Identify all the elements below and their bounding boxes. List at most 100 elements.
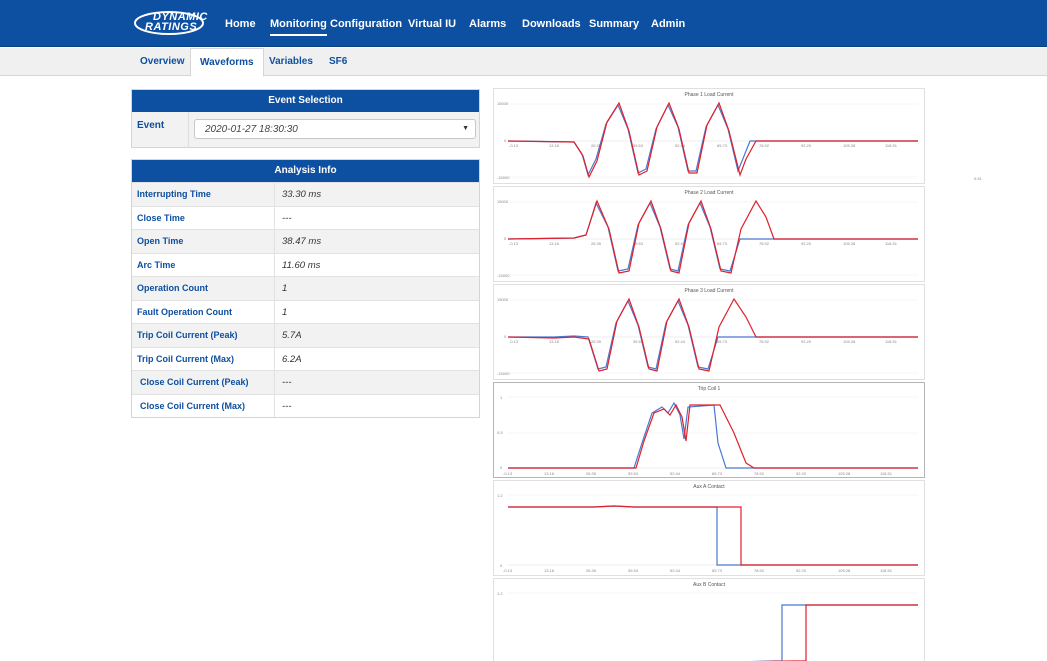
analysis-info-panel: Analysis Info Interrupting Time 33.30 ms … bbox=[131, 159, 480, 418]
svg-text:65.73: 65.73 bbox=[712, 568, 723, 573]
svg-text:105.28: 105.28 bbox=[838, 471, 851, 476]
svg-text:65.73: 65.73 bbox=[717, 143, 728, 148]
svg-text:-15000: -15000 bbox=[497, 371, 510, 376]
svg-text:1.2: 1.2 bbox=[497, 493, 503, 498]
analysis-label: Close Time bbox=[137, 212, 185, 223]
svg-text:0: 0 bbox=[500, 465, 503, 470]
nav-monitoring[interactable]: Monitoring bbox=[270, 18, 327, 36]
nav-admin[interactable]: Admin bbox=[651, 18, 685, 31]
analysis-label: Operation Count bbox=[137, 283, 208, 293]
svg-text:39.53: 39.53 bbox=[633, 143, 644, 148]
svg-text:13.16: 13.16 bbox=[549, 241, 560, 246]
chart-aux-a-contact[interactable]: Aux A Contact 1.2 0 -0.13 13.16 26.35 39… bbox=[493, 480, 925, 576]
analysis-value: 1 bbox=[282, 283, 288, 294]
dynamic-ratings-logo[interactable]: DYNAMIC RATINGS bbox=[133, 9, 211, 37]
svg-text:118.51: 118.51 bbox=[885, 339, 898, 344]
analysis-info-title: Analysis Info bbox=[132, 160, 479, 182]
svg-text:92.20: 92.20 bbox=[801, 143, 812, 148]
svg-text:13.16: 13.16 bbox=[544, 471, 555, 476]
tab-waveforms[interactable]: Waveforms bbox=[190, 48, 264, 77]
svg-text:1.2: 1.2 bbox=[497, 591, 503, 596]
waveform-charts: Phase 1 Load Current 15000 0 -15000 -0.1… bbox=[493, 88, 925, 661]
svg-text:78.92: 78.92 bbox=[759, 241, 770, 246]
analysis-label: Fault Operation Count bbox=[137, 306, 232, 317]
nav-summary[interactable]: Summary bbox=[589, 18, 639, 31]
svg-text:118.51: 118.51 bbox=[880, 568, 893, 573]
svg-text:26.35: 26.35 bbox=[586, 471, 597, 476]
svg-text:78.92: 78.92 bbox=[759, 143, 770, 148]
svg-text:0: 0 bbox=[504, 138, 507, 143]
analysis-value: 5.7A bbox=[282, 330, 302, 341]
svg-text:1: 1 bbox=[500, 395, 503, 400]
analysis-row: Interrupting Time 33.30 ms bbox=[132, 182, 479, 206]
chart-trip-coil-1[interactable]: Trip Coil 1 1 0.5 0 -0.13 13.16 26.35 39… bbox=[493, 382, 925, 478]
svg-text:-0.13: -0.13 bbox=[503, 568, 513, 573]
svg-text:92.20: 92.20 bbox=[796, 471, 807, 476]
nav-home[interactable]: Home bbox=[225, 18, 256, 31]
svg-text:13.16: 13.16 bbox=[549, 339, 560, 344]
analysis-label: Close Coil Current (Max) bbox=[140, 400, 246, 411]
svg-text:0: 0 bbox=[504, 334, 507, 339]
caret-down-icon: ▼ bbox=[462, 125, 469, 132]
event-selection-title: Event Selection bbox=[132, 90, 479, 112]
analysis-label: Close Coil Current (Peak) bbox=[140, 377, 249, 387]
svg-text:118.51: 118.51 bbox=[885, 143, 898, 148]
chart-phase-1[interactable]: Phase 1 Load Current 15000 0 -15000 -0.1… bbox=[493, 88, 925, 184]
trip-coil-1-plot: 1 0.5 0 -0.13 13.16 26.35 39.53 52.44 65… bbox=[497, 395, 918, 476]
svg-text:92.20: 92.20 bbox=[801, 339, 812, 344]
analysis-value: 1 bbox=[282, 306, 288, 318]
svg-text:0: 0 bbox=[504, 236, 507, 241]
tab-overview[interactable]: Overview bbox=[131, 48, 193, 76]
phase-3-plot: 15000 0 -15000 -0.13 13.16 26.35 39.53 5… bbox=[497, 297, 918, 376]
nav-downloads[interactable]: Downloads bbox=[522, 18, 581, 31]
analysis-row: Close Time --- bbox=[132, 205, 479, 229]
svg-text:65.73: 65.73 bbox=[717, 339, 728, 344]
svg-text:39.53: 39.53 bbox=[628, 471, 639, 476]
svg-text:-15000: -15000 bbox=[497, 273, 510, 278]
svg-text:105.28: 105.28 bbox=[838, 568, 851, 573]
svg-text:105.28: 105.28 bbox=[843, 339, 856, 344]
svg-text:52.44: 52.44 bbox=[670, 568, 681, 573]
svg-text:52.44: 52.44 bbox=[675, 143, 686, 148]
svg-text:52.44: 52.44 bbox=[670, 471, 681, 476]
chart-phase-3[interactable]: Phase 3 Load Current 15000 0 -15000 -0.1… bbox=[493, 284, 925, 380]
analysis-value: --- bbox=[282, 212, 292, 224]
event-select-value: 2020-01-27 18:30:30 bbox=[205, 124, 298, 135]
nav-configuration[interactable]: Configuration bbox=[330, 18, 402, 31]
event-row: Event 2020-01-27 18:30:30 ▼ bbox=[132, 112, 479, 147]
tab-variables[interactable]: Variables bbox=[260, 48, 322, 76]
analysis-label: Open Time bbox=[137, 236, 184, 246]
nav-virtual-iu[interactable]: Virtual IU bbox=[408, 18, 456, 31]
svg-text:65.73: 65.73 bbox=[717, 241, 728, 246]
analysis-row: Close Coil Current (Peak) --- bbox=[132, 370, 479, 394]
analysis-value: 38.47 ms bbox=[282, 236, 322, 247]
nav-alarms[interactable]: Alarms bbox=[469, 18, 506, 31]
svg-text:78.92: 78.92 bbox=[754, 471, 765, 476]
aux-a-contact-plot: 1.2 0 -0.13 13.16 26.35 39.53 52.44 65.7… bbox=[497, 493, 918, 573]
event-divider bbox=[188, 112, 189, 147]
sub-navbar: Overview Waveforms Variables SF6 bbox=[0, 48, 1047, 77]
phase-1-plot: 15000 0 -15000 -0.13 13.16 26.35 39.53 5… bbox=[497, 101, 918, 180]
tab-sf6[interactable]: SF6 bbox=[320, 48, 356, 76]
svg-text:26.35: 26.35 bbox=[591, 241, 602, 246]
svg-text:118.51: 118.51 bbox=[880, 471, 893, 476]
event-label: Event bbox=[137, 120, 165, 131]
analysis-value: 33.30 ms bbox=[282, 189, 322, 200]
svg-text:39.53: 39.53 bbox=[628, 568, 639, 573]
analysis-label: Interrupting Time bbox=[137, 189, 211, 199]
analysis-value: --- bbox=[282, 377, 292, 388]
svg-text:105.28: 105.28 bbox=[843, 241, 856, 246]
analysis-row: Trip Coil Current (Max) 6.2A bbox=[132, 346, 479, 370]
chart-phase-2[interactable]: Phase 2 Load Current 15000 0 -15000 -0.1… bbox=[493, 186, 925, 282]
svg-text:78.92: 78.92 bbox=[759, 339, 770, 344]
analysis-row: Arc Time 11.60 ms bbox=[132, 252, 479, 276]
svg-text:-0.13: -0.13 bbox=[509, 143, 519, 148]
svg-text:-15000: -15000 bbox=[497, 175, 510, 180]
chart-aux-b-contact[interactable]: Aux B Contact 1.2 bbox=[493, 578, 925, 661]
svg-text:26.35: 26.35 bbox=[591, 339, 602, 344]
event-select[interactable]: 2020-01-27 18:30:30 ▼ bbox=[194, 119, 476, 139]
analysis-label: Trip Coil Current (Max) bbox=[137, 353, 235, 364]
svg-text:92.20: 92.20 bbox=[801, 241, 812, 246]
analysis-row: Fault Operation Count 1 bbox=[132, 299, 479, 323]
svg-text:13.16: 13.16 bbox=[549, 143, 560, 148]
